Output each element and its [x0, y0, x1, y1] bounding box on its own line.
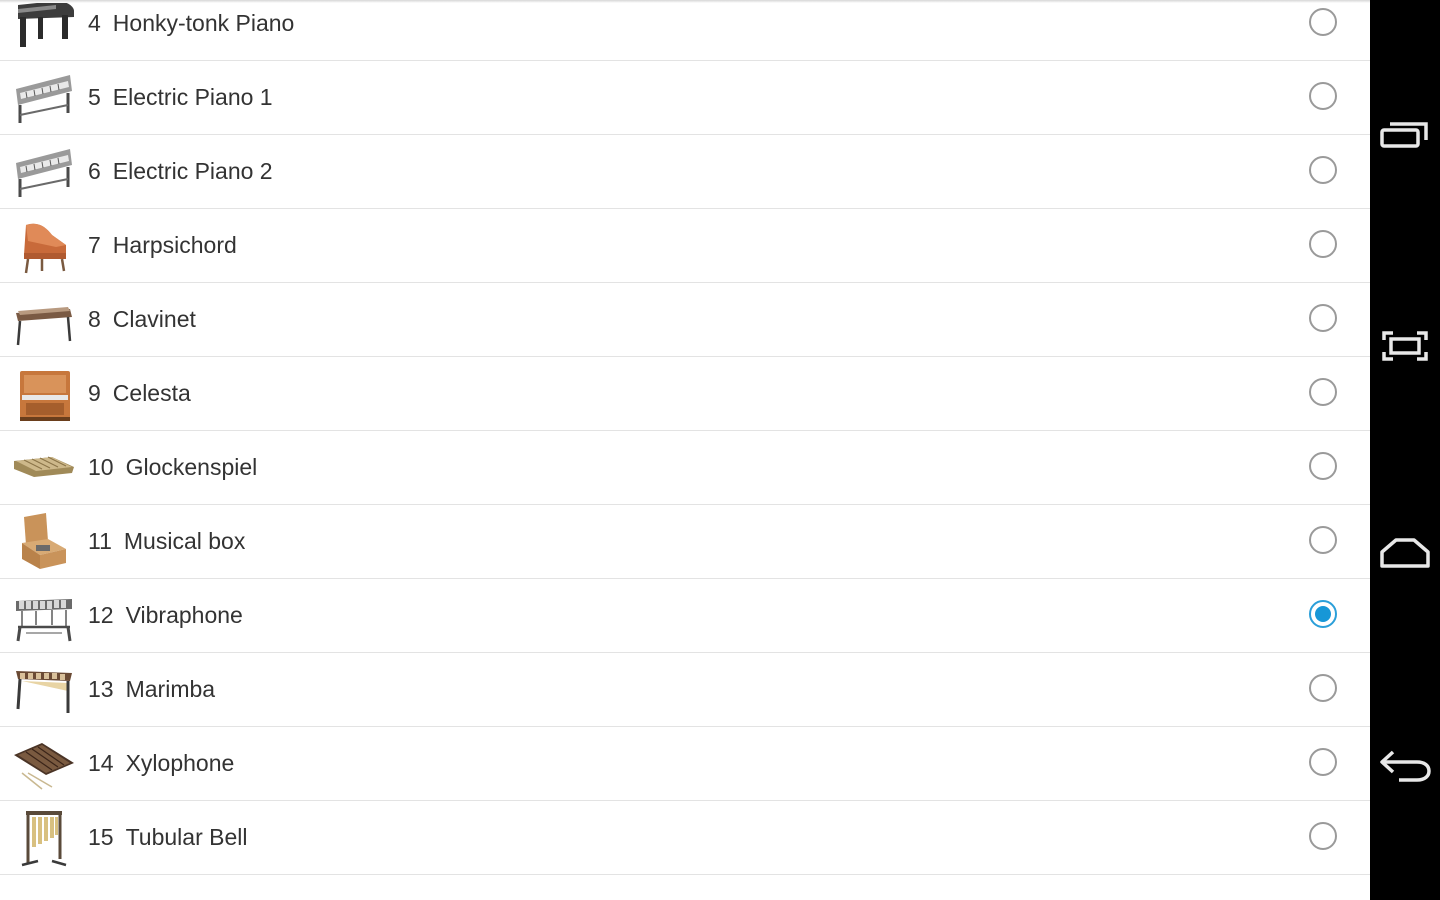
- instrument-label: 11 Musical box: [88, 505, 245, 578]
- recent-apps-button[interactable]: [1370, 90, 1440, 180]
- instrument-number: 14: [88, 750, 114, 776]
- instrument-name: Tubular Bell: [125, 824, 248, 850]
- instrument-number: 11: [88, 528, 112, 554]
- harpsichord-icon: [12, 217, 76, 275]
- xylophone-icon: [12, 735, 76, 793]
- grand-piano-icon: [12, 0, 76, 53]
- radio-button[interactable]: [1309, 452, 1337, 480]
- instrument-number: 15: [88, 824, 114, 850]
- instrument-name: Musical box: [123, 528, 246, 554]
- instrument-label: 10 Glockenspiel: [88, 431, 257, 504]
- list-item-instrument[interactable]: 4 Honky-tonk Piano: [0, 0, 1370, 61]
- instrument-number: 6: [88, 158, 101, 184]
- instrument-list[interactable]: 4 Honky-tonk Piano 5 Electric Piano 1 6 Elect…: [0, 0, 1370, 900]
- recent-apps-icon: [1379, 118, 1431, 152]
- instrument-name: Clavinet: [112, 306, 196, 332]
- list-item-instrument[interactable]: 12 Vibraphone: [0, 579, 1370, 653]
- instrument-name: Xylophone: [125, 750, 235, 776]
- screenshot-button[interactable]: [1370, 301, 1440, 391]
- instrument-number: 13: [88, 676, 114, 702]
- radio-button[interactable]: [1309, 822, 1337, 850]
- vibraphone-icon: [12, 587, 76, 645]
- instrument-label: 15 Tubular Bell: [88, 801, 247, 874]
- radio-button[interactable]: [1309, 674, 1337, 702]
- back-icon: [1377, 746, 1433, 784]
- instrument-number: 4: [88, 10, 101, 36]
- list-item-instrument[interactable]: 14 Xylophone: [0, 727, 1370, 801]
- radio-button[interactable]: [1309, 156, 1337, 184]
- list-item-instrument[interactable]: 10 Glockenspiel: [0, 431, 1370, 505]
- electric-piano-icon: [12, 69, 76, 127]
- list-item-instrument[interactable]: 9 Celesta: [0, 357, 1370, 431]
- radio-button[interactable]: [1309, 378, 1337, 406]
- instrument-name: Harpsichord: [112, 232, 237, 258]
- instrument-rows: 4 Honky-tonk Piano 5 Electric Piano 1 6 Elect…: [0, 0, 1370, 875]
- instrument-label: 13 Marimba: [88, 653, 215, 726]
- tubular-bell-icon: [12, 809, 76, 867]
- instrument-name: Electric Piano 1: [112, 84, 273, 110]
- instrument-label: 4 Honky-tonk Piano: [88, 0, 294, 60]
- list-item-instrument[interactable]: 11 Musical box: [0, 505, 1370, 579]
- instrument-name: Glockenspiel: [125, 454, 258, 480]
- instrument-name: Marimba: [125, 676, 216, 702]
- list-top-shadow: [0, 0, 1370, 3]
- screenshot-icon: [1381, 330, 1429, 362]
- instrument-number: 7: [88, 232, 101, 258]
- list-item-instrument[interactable]: 15 Tubular Bell: [0, 801, 1370, 875]
- radio-button[interactable]: [1309, 600, 1337, 628]
- instrument-label: 9 Celesta: [88, 357, 191, 430]
- radio-button[interactable]: [1309, 230, 1337, 258]
- instrument-label: 14 Xylophone: [88, 727, 234, 800]
- instrument-name: Electric Piano 2: [112, 158, 273, 184]
- screen: 4 Honky-tonk Piano 5 Electric Piano 1 6 Elect…: [0, 0, 1440, 900]
- celesta-icon: [12, 365, 76, 423]
- instrument-label: 12 Vibraphone: [88, 579, 243, 652]
- list-item-instrument[interactable]: 8 Clavinet: [0, 283, 1370, 357]
- instrument-number: 9: [88, 380, 101, 406]
- back-button[interactable]: [1370, 720, 1440, 810]
- electric-piano-icon: [12, 143, 76, 201]
- radio-button[interactable]: [1309, 526, 1337, 554]
- instrument-number: 12: [88, 602, 114, 628]
- radio-button[interactable]: [1309, 304, 1337, 332]
- instrument-number: 8: [88, 306, 101, 332]
- list-item-instrument[interactable]: 5 Electric Piano 1: [0, 61, 1370, 135]
- instrument-label: 8 Clavinet: [88, 283, 196, 356]
- home-icon: [1378, 536, 1432, 570]
- music-box-icon: [12, 513, 76, 571]
- instrument-name: Vibraphone: [125, 602, 243, 628]
- list-item-instrument[interactable]: 13 Marimba: [0, 653, 1370, 727]
- radio-button[interactable]: [1309, 82, 1337, 110]
- clavinet-icon: [12, 291, 76, 349]
- instrument-label: 7 Harpsichord: [88, 209, 237, 282]
- radio-button[interactable]: [1309, 8, 1337, 36]
- list-item-instrument[interactable]: 7 Harpsichord: [0, 209, 1370, 283]
- glockenspiel-icon: [12, 439, 76, 497]
- list-item-instrument[interactable]: 6 Electric Piano 2: [0, 135, 1370, 209]
- instrument-name: Honky-tonk Piano: [112, 10, 295, 36]
- radio-button[interactable]: [1309, 748, 1337, 776]
- marimba-icon: [12, 661, 76, 719]
- instrument-name: Celesta: [112, 380, 191, 406]
- home-button[interactable]: [1370, 508, 1440, 598]
- instrument-number: 10: [88, 454, 114, 480]
- instrument-label: 5 Electric Piano 1: [88, 61, 273, 134]
- navigation-bar: [1370, 0, 1440, 900]
- instrument-label: 6 Electric Piano 2: [88, 135, 273, 208]
- instrument-number: 5: [88, 84, 101, 110]
